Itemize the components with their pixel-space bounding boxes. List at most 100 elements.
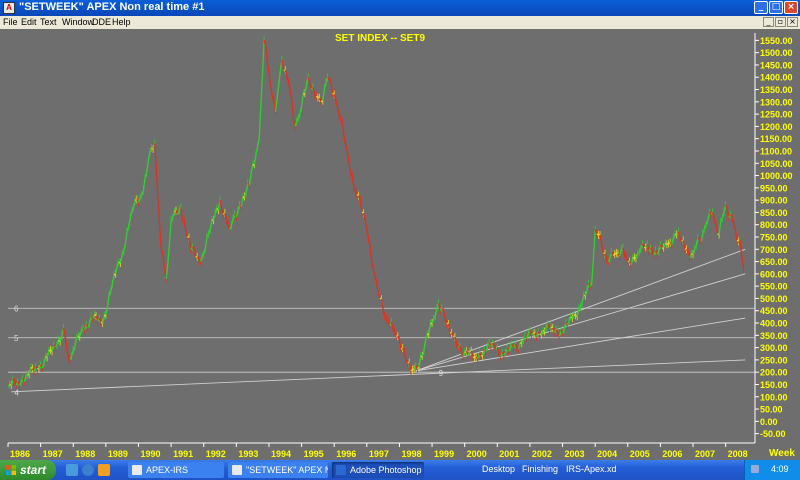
taskbar: start APEX-IRS "SETWEEK" APEX Non ... Ad… (0, 460, 800, 480)
clock: 4:09 (771, 464, 789, 474)
x-tick-label: 1998 (401, 449, 421, 459)
horizontal-levels: 65 (8, 304, 755, 373)
system-tray: 4:09 (744, 460, 800, 480)
x-tick-label: 1987 (43, 449, 63, 459)
menu-bar: File Edit Text Window DDE Help _ ▫ × (0, 16, 800, 29)
y-tick-label: 50.00 (760, 405, 783, 415)
x-tick-label: 2006 (662, 449, 682, 459)
x-tick-label: 2003 (565, 449, 585, 459)
price-segment (592, 229, 596, 257)
wave-labels: 49 (15, 369, 444, 398)
apex-icon (132, 465, 142, 475)
desktop-icon[interactable] (66, 464, 78, 476)
y-tick-label: 0.00 (760, 417, 778, 427)
x-tick-label: 1991 (173, 449, 193, 459)
price-segment (260, 75, 264, 107)
y-tick-label: 800.00 (760, 220, 788, 230)
apex-icon (232, 465, 242, 475)
title-bar[interactable]: A "SETWEEK" APEX Non real time #1 _ □ × (0, 0, 800, 16)
task-label: Adobe Photoshop (350, 465, 422, 475)
x-tick-label: 2008 (728, 449, 748, 459)
trendline (415, 273, 746, 372)
apex-app-icon: A (3, 2, 15, 14)
x-tick-label: 1990 (140, 449, 160, 459)
task-photoshop[interactable]: Adobe Photoshop (332, 462, 424, 478)
task-label: APEX-IRS (146, 465, 189, 475)
ie-icon[interactable] (82, 464, 94, 476)
mdi-restore-button[interactable]: ▫ (775, 17, 786, 27)
y-tick-label: 150.00 (760, 380, 788, 390)
y-tick-label: 200.00 (760, 368, 788, 378)
set-index-chart[interactable]: 65 49 1550.001500.001450.001400.001350.0… (0, 29, 800, 460)
y-tick-label: 550.00 (760, 282, 788, 292)
trendline (415, 317, 746, 372)
menu-file[interactable]: File (3, 17, 18, 27)
wave-label: 9 (439, 369, 444, 378)
y-tick-label: 1250.00 (760, 110, 793, 120)
price-segment (261, 40, 265, 76)
menu-text[interactable]: Text (40, 17, 57, 27)
price-segment (258, 105, 262, 139)
y-tick-label: 300.00 (760, 343, 788, 353)
y-tick-label: 1300.00 (760, 97, 793, 107)
x-tick-label: 1989 (108, 449, 128, 459)
y-tick-label: 1550.00 (760, 36, 793, 46)
x-tick-label: 1992 (206, 449, 226, 459)
y-tick-label: 1400.00 (760, 73, 793, 83)
x-tick-label: 1997 (369, 449, 389, 459)
menu-dde[interactable]: DDE (92, 17, 111, 27)
y-tick-label: 750.00 (760, 233, 788, 243)
y-tick-label: 350.00 (760, 331, 788, 341)
network-icon[interactable] (751, 465, 759, 473)
toolbar-link-desktop[interactable]: Desktop (482, 464, 515, 474)
y-tick-label: 100.00 (760, 392, 788, 402)
trendlines (11, 248, 746, 393)
y-tick-label: 1450.00 (760, 60, 793, 70)
menu-edit[interactable]: Edit (21, 17, 37, 27)
task-apex-irs[interactable]: APEX-IRS (128, 462, 224, 478)
chart-title: SET INDEX -- SET9 (335, 33, 425, 44)
y-axis-ticks: 1550.00 1500.00 1450.00 1400.00 1350.00 1300.… (755, 36, 793, 439)
mdi-close-button[interactable]: × (787, 17, 798, 27)
x-tick-label: 1996 (336, 449, 356, 459)
y-tick-label: 1100.00 (760, 146, 792, 156)
mdi-minimize-button[interactable]: _ (763, 17, 774, 27)
x-axis-ticks: 1986 1987 1988 1989 1990 1991 1992 1993 1994 1995… (7, 443, 748, 459)
x-tick-label: 2001 (499, 449, 519, 459)
menu-window[interactable]: Window (62, 17, 94, 27)
y-tick-label: -50.00 (760, 429, 786, 439)
y-tick-label: 1050.00 (760, 159, 793, 169)
y-tick-label: 1200.00 (760, 122, 793, 132)
x-tick-label: 1988 (75, 449, 95, 459)
y-tick-label: 600.00 (760, 269, 788, 279)
chart-area[interactable]: 65 49 1550.00 1500.00 1450.00 1400.00 1350.0… (0, 29, 800, 460)
y-tick-label: 250.00 (760, 355, 788, 365)
y-tick-label: 700.00 (760, 245, 788, 255)
window-title: "SETWEEK" APEX Non real time #1 (19, 1, 205, 13)
x-tick-label: 2004 (597, 449, 617, 459)
y-tick-label: 950.00 (760, 183, 788, 193)
task-setweek[interactable]: "SETWEEK" APEX Non ... (228, 462, 328, 478)
start-button[interactable]: start (0, 460, 56, 480)
x-tick-label: 1994 (271, 449, 291, 459)
x-tick-label: 1995 (304, 449, 324, 459)
y-tick-label: 1500.00 (760, 48, 793, 58)
minimize-button[interactable]: _ (754, 1, 768, 14)
y-tick-label: 1150.00 (760, 134, 792, 144)
horizontal-level-label: 5 (14, 334, 19, 343)
maximize-button[interactable]: □ (769, 1, 783, 14)
media-icon[interactable] (98, 464, 110, 476)
photoshop-icon (336, 465, 346, 475)
menu-help[interactable]: Help (112, 17, 131, 27)
toolbar-link-finishing[interactable]: Finishing (522, 464, 558, 474)
windows-flag-icon (6, 465, 16, 475)
x-tick-label: 1993 (238, 449, 258, 459)
wave-label: 4 (15, 389, 20, 398)
y-tick-label: 1000.00 (760, 171, 793, 181)
x-tick-label: 1986 (10, 449, 30, 459)
toolbar-link-irs-apex[interactable]: IRS-Apex.xd (566, 464, 617, 474)
x-tick-label: 1999 (434, 449, 454, 459)
close-button[interactable]: × (784, 1, 798, 14)
y-tick-label: 500.00 (760, 294, 788, 304)
x-tick-label: 2002 (532, 449, 552, 459)
